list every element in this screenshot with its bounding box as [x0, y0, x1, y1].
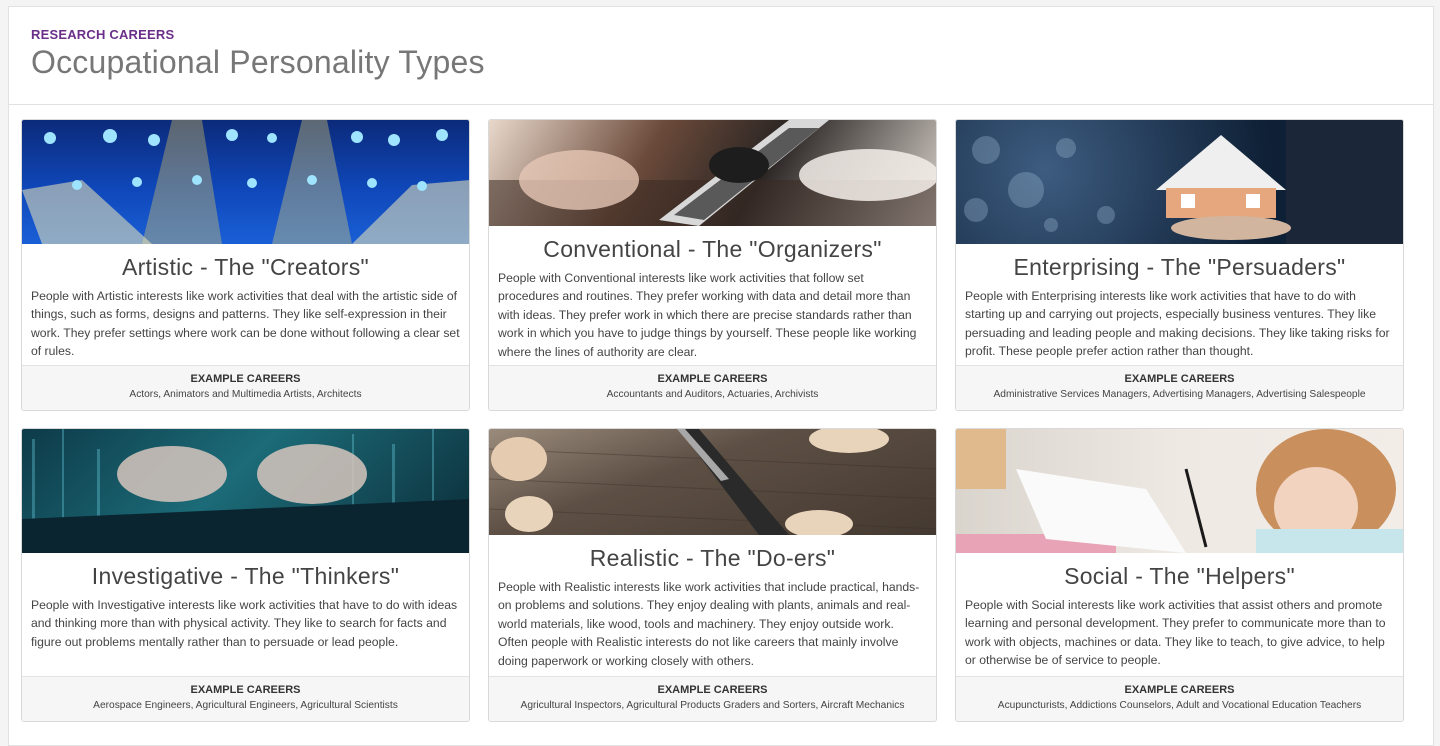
card-description: People with Conventional interests like …	[498, 271, 917, 359]
example-careers-label: EXAMPLE CAREERS	[1124, 373, 1235, 385]
career-card-realistic[interactable]: Realistic - The "Do-ers" People with Rea…	[488, 428, 937, 722]
example-careers-label: EXAMPLE CAREERS	[190, 684, 301, 696]
section-eyebrow: RESEARCH CAREERS	[31, 27, 175, 42]
card-title: Conventional - The "Organizers"	[543, 236, 882, 262]
child-studying-image	[956, 429, 1403, 553]
example-careers-footer: EXAMPLE CAREERS Actors, Animators and Mu…	[22, 365, 469, 410]
page-title: Occupational Personality Types	[31, 44, 485, 80]
card-title: Social - The "Helpers"	[1064, 563, 1295, 589]
card-description: People with Social interests like work a…	[965, 598, 1386, 668]
card-description: People with Artistic interests like work…	[31, 289, 460, 359]
example-careers-list: Administrative Services Managers, Advert…	[993, 389, 1366, 400]
card-description: People with Realistic interests like wor…	[498, 580, 920, 668]
career-card-social[interactable]: Social - The "Helpers" People with Socia…	[955, 428, 1404, 722]
card-title: Investigative - The "Thinkers"	[91, 563, 400, 589]
example-careers-label: EXAMPLE CAREERS	[657, 684, 768, 696]
example-careers-list: Actors, Animators and Multimedia Artists…	[129, 389, 362, 400]
example-careers-label: EXAMPLE CAREERS	[1124, 684, 1235, 696]
career-card-artistic[interactable]: Artistic - The "Creators" People with Ar…	[21, 119, 470, 411]
example-careers-label: EXAMPLE CAREERS	[190, 373, 301, 385]
example-careers-footer: EXAMPLE CAREERS Administrative Services …	[956, 365, 1403, 410]
woodwork-chisel-image	[489, 429, 936, 535]
career-card-investigative[interactable]: Investigative - The "Thinkers" People wi…	[21, 428, 470, 722]
career-type-grid: Artistic - The "Creators" People with Ar…	[21, 119, 1405, 739]
example-careers-footer: EXAMPLE CAREERS Acupuncturists, Addictio…	[956, 676, 1403, 721]
keyboard-data-image	[22, 429, 469, 553]
card-description: People with Enterprising interests like …	[965, 289, 1390, 359]
example-careers-list: Acupuncturists, Addictions Counselors, A…	[997, 700, 1362, 711]
example-careers-list: Agricultural Inspectors, Agricultural Pr…	[520, 700, 905, 711]
house-model-image	[956, 120, 1403, 244]
example-careers-list: Aerospace Engineers, Agricultural Engine…	[93, 700, 398, 711]
example-careers-list: Accountants and Auditors, Actuaries, Arc…	[606, 389, 819, 400]
example-careers-footer: EXAMPLE CAREERS Accountants and Auditors…	[489, 365, 936, 410]
panel-header: RESEARCH CAREERS Occupational Personalit…	[9, 7, 1433, 105]
stage-lights-image	[22, 120, 469, 244]
career-card-conventional[interactable]: Conventional - The "Organizers" People w…	[488, 119, 937, 411]
card-title: Realistic - The "Do-ers"	[589, 545, 836, 571]
example-careers-footer: EXAMPLE CAREERS Agricultural Inspectors,…	[489, 676, 936, 721]
career-card-enterprising[interactable]: Enterprising - The "Persuaders" People w…	[955, 119, 1404, 411]
example-careers-label: EXAMPLE CAREERS	[657, 373, 768, 385]
card-title: Enterprising - The "Persuaders"	[1013, 254, 1346, 280]
card-description: People with Investigative interests like…	[31, 598, 458, 649]
example-careers-footer: EXAMPLE CAREERS Aerospace Engineers, Agr…	[22, 676, 469, 721]
card-title: Artistic - The "Creators"	[121, 254, 370, 280]
tablet-meeting-image	[489, 120, 936, 226]
